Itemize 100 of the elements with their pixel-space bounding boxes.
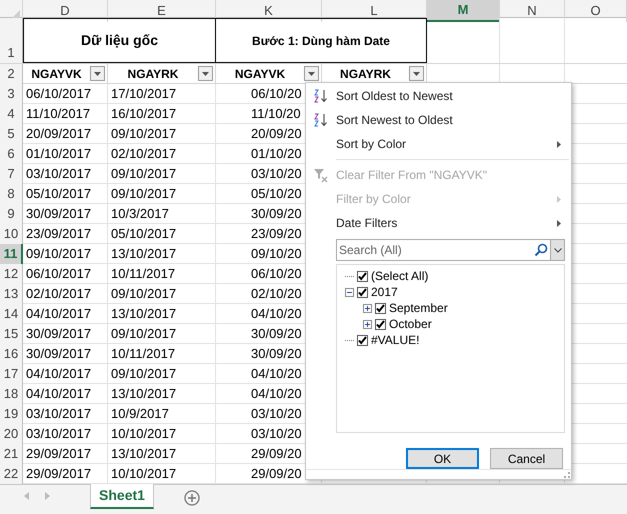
row-header[interactable]: 8 — [0, 184, 23, 204]
table-cell-text: 20/09/2017 — [26, 125, 92, 143]
row-header[interactable]: 2 — [0, 64, 23, 84]
row-header[interactable]: 21 — [0, 444, 23, 464]
table-cell-text: 30/09/20 — [251, 345, 302, 363]
table-cell-text: 13/10/2017 — [111, 245, 176, 263]
merged-title-cell-text: Bước 1: Dùng hàm Date — [252, 32, 390, 50]
filter-dropdown-button[interactable] — [198, 66, 213, 82]
expander-icon[interactable] — [363, 320, 372, 328]
table-cell-text: 06/10/2017 — [26, 265, 92, 283]
search-input[interactable]: Search (All) — [337, 240, 534, 260]
row-header[interactable]: 3 — [0, 84, 23, 104]
tree-item-label[interactable]: (Select All) — [371, 267, 428, 285]
menu-item[interactable]: Sort Oldest to Newest — [306, 84, 571, 108]
search-dropdown-button[interactable] — [550, 240, 564, 260]
row-header[interactable]: 7 — [0, 164, 23, 184]
table-cell-text: 13/10/2017 — [111, 445, 176, 463]
table-cell-text: 30/09/2017 — [26, 205, 92, 223]
tree-item-label[interactable]: 2017 — [371, 283, 398, 301]
row-header[interactable]: 22 — [0, 464, 23, 484]
column-header[interactable]: O — [565, 0, 627, 22]
row-header[interactable]: 6 — [0, 144, 23, 164]
table-cell-text: 04/10/2017 — [26, 365, 92, 383]
table-cell-text: 06/10/2017 — [26, 85, 92, 103]
row-header[interactable]: 19 — [0, 404, 23, 424]
row-header[interactable]: 9 — [0, 204, 23, 224]
row-header[interactable]: 16 — [0, 344, 23, 364]
caret-icon — [413, 72, 420, 76]
table-cell-text: 04/10/2017 — [26, 305, 92, 323]
row-header[interactable]: 20 — [0, 424, 23, 444]
column-header[interactable]: M — [427, 0, 500, 22]
table-cell-text: 05/10/2017 — [111, 225, 176, 243]
expander-icon[interactable] — [345, 288, 354, 296]
table-cell-text: 13/10/2017 — [111, 305, 176, 323]
table-cell-text: 06/10/20 — [251, 265, 302, 283]
row-header[interactable]: 18 — [0, 384, 23, 404]
table-cell-text: 04/10/20 — [251, 385, 302, 403]
tree-item-label[interactable]: October — [389, 315, 432, 333]
sort-descending-icon — [313, 112, 329, 128]
column-header[interactable]: K — [216, 0, 322, 22]
row-header[interactable]: 13 — [0, 284, 23, 304]
checkbox[interactable] — [375, 318, 386, 330]
row-header[interactable]: 17 — [0, 364, 23, 384]
tree-item-label[interactable]: #VALUE! — [371, 331, 420, 349]
row-header[interactable]: 10 — [0, 224, 23, 244]
chevron-down-icon — [554, 248, 562, 252]
table-cell-text: 03/10/20 — [251, 425, 302, 443]
row-header[interactable]: 1 — [0, 18, 23, 63]
table-cell-text: 29/09/20 — [251, 445, 302, 463]
table-cell-text: 09/10/2017 — [111, 285, 176, 303]
table-cell-text: 09/10/20 — [251, 245, 302, 263]
checkbox[interactable] — [357, 286, 368, 298]
table-cell-text: 02/10/2017 — [111, 145, 176, 163]
menu-item[interactable]: Sort Newest to Oldest — [306, 108, 571, 132]
column-header[interactable]: E — [108, 0, 216, 22]
table-cell-text: 30/09/20 — [251, 205, 302, 223]
table-cell-text: 02/10/20 — [251, 285, 302, 303]
row-header[interactable]: 14 — [0, 304, 23, 324]
row-header[interactable]: 12 — [0, 264, 23, 284]
table-cell-text: 06/10/20 — [251, 85, 302, 103]
table-cell-text: 10/11/2017 — [111, 345, 176, 363]
table-cell-text: 29/09/2017 — [26, 465, 92, 483]
table-cell-text: 16/10/2017 — [111, 105, 176, 123]
column-title: NGAYRK — [339, 66, 392, 83]
search-field[interactable]: Search (All) — [336, 239, 565, 261]
dialog-button[interactable]: Cancel — [490, 448, 563, 469]
clear-filter-icon — [313, 167, 329, 183]
table-cell-text: 03/10/2017 — [26, 165, 92, 183]
menu-item[interactable]: Sort by Color — [306, 132, 571, 156]
checkbox[interactable] — [357, 334, 368, 346]
filter-dropdown-button[interactable] — [90, 66, 105, 82]
table-cell-text: 23/09/20 — [251, 225, 302, 243]
table-cell-text: 11/10/2017 — [26, 105, 90, 123]
checkbox[interactable] — [375, 302, 386, 314]
dialog-button[interactable]: OK — [406, 448, 479, 469]
table-cell-text: 04/10/20 — [251, 305, 302, 323]
table-cell-text: 04/10/20 — [251, 365, 302, 383]
table-cell-text: 05/10/2017 — [26, 185, 92, 203]
table-cell-text: 09/10/2017 — [111, 185, 176, 203]
menu-item[interactable]: Date Filters — [306, 211, 571, 235]
filter-dropdown-button[interactable] — [304, 66, 319, 82]
checkbox[interactable] — [357, 270, 368, 282]
row-header[interactable]: 4 — [0, 104, 23, 124]
table-cell-text: 03/10/2017 — [26, 405, 92, 423]
expander-icon[interactable] — [363, 304, 372, 312]
filter-dropdown-button[interactable] — [409, 66, 424, 82]
table-cell-text: 10/10/2017 — [111, 465, 176, 483]
table-cell-text: 10/10/2017 — [111, 425, 176, 443]
column-header[interactable]: N — [500, 0, 565, 22]
table-cell-text: 10/11/2017 — [111, 265, 176, 283]
resize-grip-icon[interactable] — [564, 472, 570, 478]
table-cell-text: 30/09/20 — [251, 325, 302, 343]
row-header[interactable]: 5 — [0, 124, 23, 144]
table-cell-text: 20/09/20 — [251, 125, 302, 143]
sheet-tab[interactable]: Sheet1 — [90, 484, 154, 509]
tree-item-label[interactable]: September — [389, 299, 448, 317]
caret-icon — [94, 72, 101, 76]
row-header[interactable]: 11 — [0, 244, 23, 264]
add-sheet-icon[interactable] — [184, 490, 200, 506]
row-header[interactable]: 15 — [0, 324, 23, 344]
